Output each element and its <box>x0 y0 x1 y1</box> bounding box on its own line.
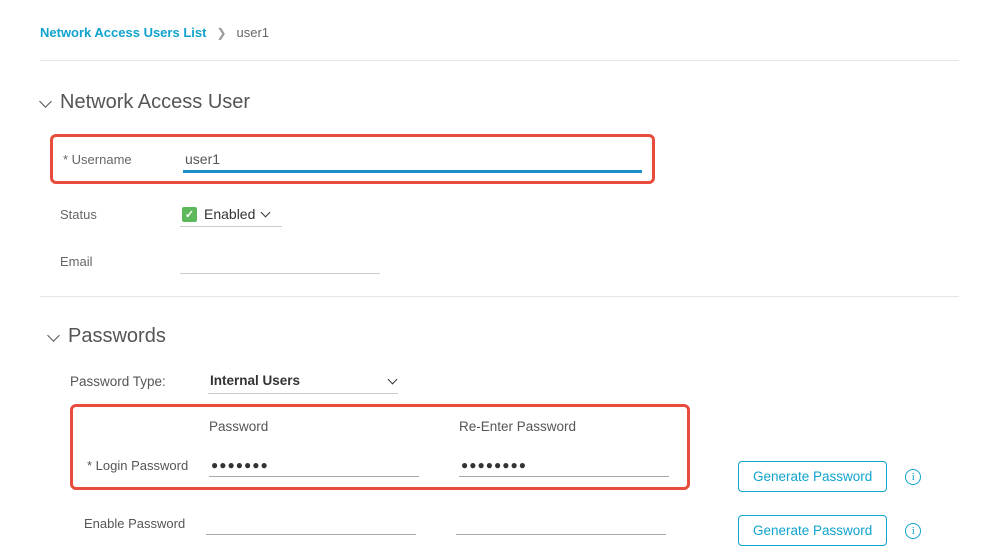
breadcrumb: Network Access Users List ❯ user1 <box>40 25 959 61</box>
highlight-box-login-password: Password Re-Enter Password * Login Passw… <box>70 404 690 490</box>
login-password-reenter-input[interactable] <box>459 454 669 477</box>
status-label: Status <box>60 207 180 222</box>
username-label: * Username <box>63 152 183 167</box>
chevron-right-icon: ❯ <box>216 26 226 40</box>
status-value: Enabled <box>204 206 255 222</box>
login-password-label: * Login Password <box>87 458 209 473</box>
username-input[interactable] <box>183 145 642 173</box>
enable-password-input[interactable] <box>206 512 416 535</box>
chevron-down-icon <box>48 332 58 342</box>
login-password-input[interactable] <box>209 454 419 477</box>
highlight-box-username: * Username <box>50 134 655 184</box>
check-icon: ✓ <box>182 207 197 222</box>
chevron-down-icon <box>261 210 269 218</box>
login-password-label-text: Login Password <box>96 458 189 473</box>
generate-enable-password-button[interactable]: Generate Password <box>738 515 887 546</box>
section-title-user: Network Access User <box>60 91 250 114</box>
breadcrumb-link-users-list[interactable]: Network Access Users List <box>40 25 206 40</box>
breadcrumb-current: user1 <box>237 25 270 40</box>
chevron-down-icon <box>40 98 50 108</box>
section-title-passwords: Passwords <box>68 325 166 348</box>
info-icon[interactable]: i <box>905 469 921 485</box>
status-dropdown[interactable]: ✓ Enabled <box>180 202 282 227</box>
generate-login-password-button[interactable]: Generate Password <box>738 461 887 492</box>
password-type-value: Internal Users <box>210 373 300 388</box>
reenter-password-column-header: Re-Enter Password <box>459 419 576 434</box>
email-input[interactable] <box>180 249 380 274</box>
enable-password-reenter-input[interactable] <box>456 512 666 535</box>
password-type-dropdown[interactable]: Internal Users <box>208 368 398 394</box>
enable-password-label: Enable Password <box>84 516 206 531</box>
section-header-passwords[interactable]: Passwords <box>48 325 959 348</box>
info-icon[interactable]: i <box>905 523 921 539</box>
chevron-down-icon <box>388 377 396 385</box>
password-column-header: Password <box>209 419 459 434</box>
divider <box>40 296 959 297</box>
username-label-text: Username <box>72 152 132 167</box>
email-label: Email <box>60 254 180 269</box>
password-type-label: Password Type: <box>70 374 208 389</box>
section-header-user[interactable]: Network Access User <box>40 91 959 114</box>
